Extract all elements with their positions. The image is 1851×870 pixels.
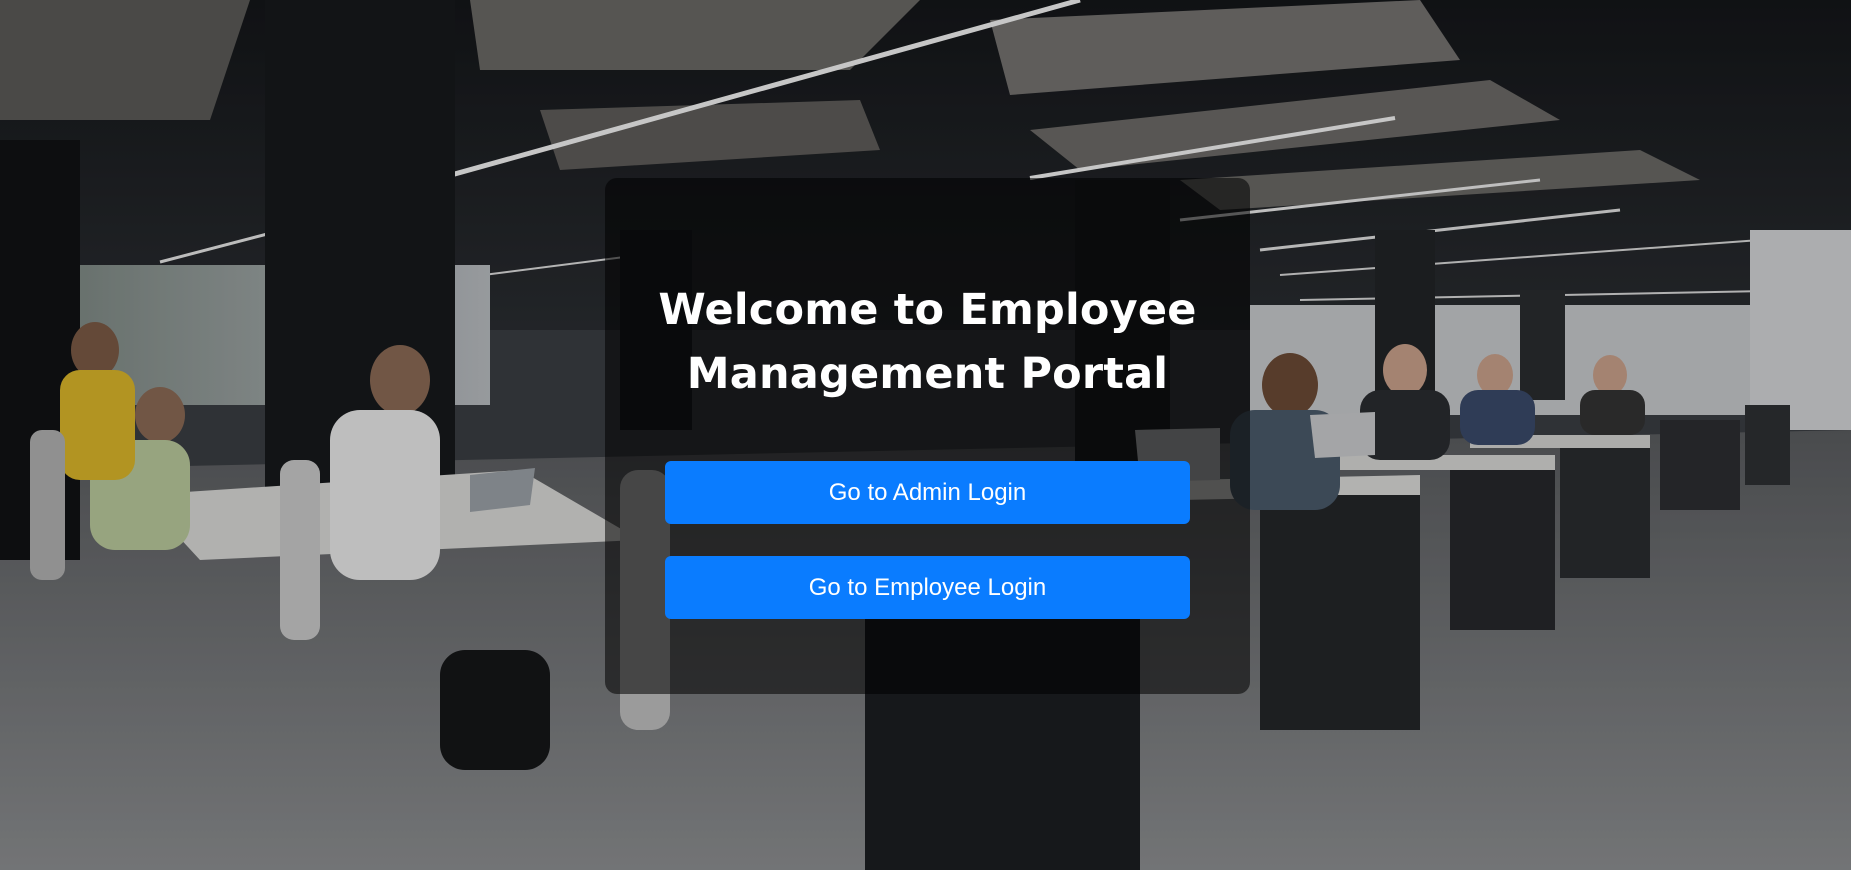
welcome-card: Welcome to Employee Management Portal Go…	[605, 178, 1250, 694]
admin-login-button[interactable]: Go to Admin Login	[665, 461, 1190, 524]
page-title: Welcome to Employee Management Portal	[658, 285, 1197, 399]
employee-login-button[interactable]: Go to Employee Login	[665, 556, 1190, 619]
portal-page: Welcome to Employee Management Portal Go…	[0, 0, 1851, 870]
